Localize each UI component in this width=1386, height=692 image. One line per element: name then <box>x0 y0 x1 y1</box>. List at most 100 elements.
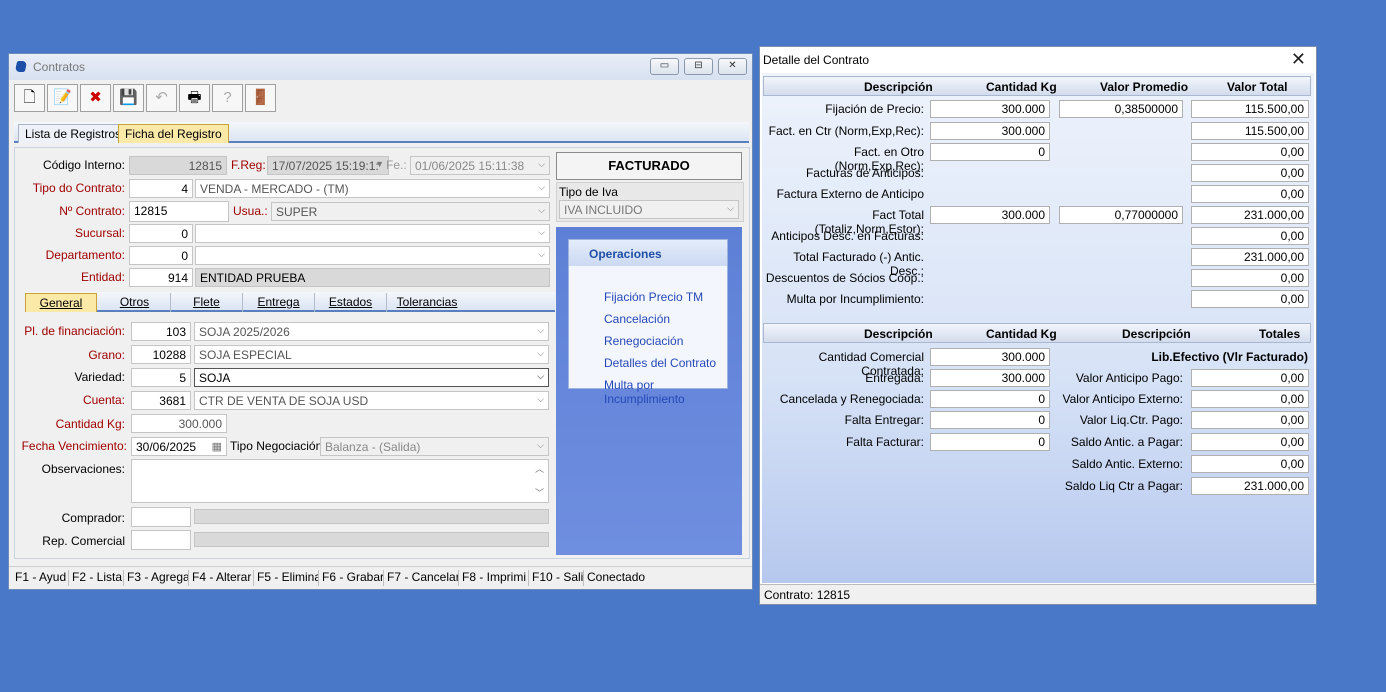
detalle-row-total[interactable]: 115.500,00 <box>1191 100 1309 118</box>
subtab-entrega[interactable]: Entrega <box>243 293 315 312</box>
close-icon[interactable]: ✕ <box>1291 49 1306 70</box>
tab-lista-registros[interactable]: Lista de Registros <box>18 124 129 143</box>
detalle-row-total[interactable]: 0,00 <box>1191 164 1309 182</box>
contratos-titlebar[interactable]: Contratos ▭ ⊟ ✕ <box>9 54 752 80</box>
detalle-row-cantidad[interactable]: 0 <box>930 143 1050 161</box>
detalle-titlebar[interactable]: Detalle del Contrato ✕ <box>760 47 1316 73</box>
detalle-row-total[interactable]: 0,00 <box>1191 269 1309 287</box>
exit-door-icon[interactable]: 🚪 <box>245 84 276 112</box>
departamento-code[interactable]: 0 <box>129 246 193 265</box>
financiacion-code[interactable]: 103 <box>131 322 191 341</box>
freg-field[interactable]: 17/07/2025 15:19:1: ▼ <box>267 156 389 175</box>
minimize-button[interactable]: ▭ <box>650 58 679 75</box>
status-f5[interactable]: F5 - Elimina <box>254 570 319 586</box>
detalle-left-label: Falta Facturar: <box>845 435 924 449</box>
status-f10[interactable]: F10 - Salir <box>529 570 584 586</box>
tipo-contrato-label: Tipo do Contrato: <box>32 181 125 195</box>
op-fijacion-precio[interactable]: Fijación Precio TM <box>604 290 703 304</box>
detalle-right-value[interactable]: 0,00 <box>1191 369 1309 387</box>
freg-label: F.Reg: <box>231 158 266 172</box>
usua-select[interactable]: SUPER ⌵ <box>271 202 550 221</box>
fe-field[interactable]: 01/06/2025 15:11:38 ⌵ <box>410 156 550 175</box>
status-f6[interactable]: F6 - Grabar <box>319 570 384 586</box>
subtab-estados[interactable]: Estados <box>315 293 387 312</box>
scroll-up-icon[interactable]: ︿ <box>535 462 544 475</box>
new-document-icon[interactable]: 🗋 <box>14 84 45 112</box>
status-f1[interactable]: F1 - Ayud <box>12 570 69 586</box>
comprador-code[interactable] <box>131 507 191 527</box>
detalle-row-promedio[interactable]: 0,38500000 <box>1059 100 1183 118</box>
detalle-row-promedio[interactable]: 0,77000000 <box>1059 206 1183 224</box>
status-f8[interactable]: F8 - Imprimi <box>459 570 529 586</box>
usua-value: SUPER <box>276 205 318 219</box>
detalle-row-cantidad[interactable]: 300.000 <box>930 206 1050 224</box>
tipo-iva-label: Tipo de Iva <box>559 185 618 199</box>
detalle-row-total[interactable]: 0,00 <box>1191 185 1309 203</box>
detalle-row-total[interactable]: 0,00 <box>1191 143 1309 161</box>
vencimiento-field[interactable]: 30/06/2025 ▦ <box>131 437 227 456</box>
col-total: Valor Total <box>1227 80 1288 94</box>
calendar-icon[interactable]: ▦ <box>212 440 222 453</box>
undo-icon[interactable]: ↶ <box>146 84 177 112</box>
sucursal-select[interactable]: ⌵ <box>195 224 550 243</box>
op-multa-incumplimiento[interactable]: Multa por Incumplimiento <box>604 378 727 406</box>
cantidad-field[interactable]: 300.000 <box>131 414 227 433</box>
op-cancelacion[interactable]: Cancelación <box>604 312 670 326</box>
op-detalles-contrato[interactable]: Detalles del Contrato <box>604 356 716 370</box>
detalle-row-total[interactable]: 0,00 <box>1191 290 1309 308</box>
codigo-label: Código Interno: <box>42 158 125 172</box>
status-f3[interactable]: F3 - Agrega <box>124 570 189 586</box>
help-icon[interactable]: ? <box>212 84 243 112</box>
cuenta-select[interactable]: CTR DE VENTA DE SOJA USD ⌵ <box>194 391 549 410</box>
detalle-right-value[interactable]: 231.000,00 <box>1191 477 1309 495</box>
close-button[interactable]: ✕ <box>718 58 747 75</box>
grano-select[interactable]: SOJA ESPECIAL ⌵ <box>194 345 549 364</box>
detalle-left-value[interactable]: 300.000 <box>930 348 1050 366</box>
print-icon[interactable]: 🖶 <box>179 84 210 112</box>
detalle-row-total[interactable]: 115.500,00 <box>1191 122 1309 140</box>
operaciones-box: Operaciones Fijación Precio TM Cancelaci… <box>568 239 728 406</box>
detalle-right-value[interactable]: 0,00 <box>1191 455 1309 473</box>
status-f2[interactable]: F2 - Lista <box>69 570 124 586</box>
detalle-right-value[interactable]: 0,00 <box>1191 433 1309 451</box>
detalle-row-total[interactable]: 0,00 <box>1191 227 1309 245</box>
sucursal-code[interactable]: 0 <box>129 224 193 243</box>
financiacion-select[interactable]: SOJA 2025/2026 ⌵ <box>194 322 549 341</box>
subtab-tolerancias[interactable]: Tolerancias <box>387 293 467 312</box>
rep-code[interactable] <box>131 530 191 550</box>
departamento-select[interactable]: ⌵ <box>195 246 550 265</box>
variedad-code[interactable]: 5 <box>131 368 191 387</box>
tipo-neg-select[interactable]: Balanza - (Salida) ⌵ <box>320 437 549 456</box>
detalle-right-value[interactable]: 0,00 <box>1191 411 1309 429</box>
subtab-flete[interactable]: Flete <box>171 293 243 312</box>
tab-ficha-registro[interactable]: Ficha del Registro <box>118 124 229 143</box>
variedad-select[interactable]: SOJA ⌵ <box>194 368 549 387</box>
chevron-down-icon: ⌵ <box>537 440 544 450</box>
entidad-code[interactable]: 914 <box>129 268 193 287</box>
edit-document-icon[interactable]: 📝 <box>47 84 78 112</box>
col2-descripcion-b: Descripción <box>1122 327 1191 341</box>
col2-descripcion: Descripción <box>864 327 933 341</box>
detalle-row-cantidad[interactable]: 300.000 <box>930 122 1050 140</box>
scroll-down-icon[interactable]: ﹀ <box>535 486 544 499</box>
status-f7[interactable]: F7 - Cancelar <box>384 570 459 586</box>
grano-code[interactable]: 10288 <box>131 345 191 364</box>
observaciones-textarea[interactable]: ︿ ﹀ <box>131 459 549 503</box>
detalle-right-value[interactable]: 0,00 <box>1191 390 1309 408</box>
save-icon[interactable]: 💾 <box>113 84 144 112</box>
subtab-otros[interactable]: Otros <box>99 293 171 312</box>
tipo-contrato-code[interactable]: 4 <box>129 179 193 198</box>
status-f4[interactable]: F4 - Alterar <box>189 570 254 586</box>
restore-button[interactable]: ⊟ <box>684 58 713 75</box>
delete-document-icon[interactable]: ✖ <box>80 84 111 112</box>
tipo-neg-value: Balanza - (Salida) <box>325 440 421 454</box>
detalle-row-cantidad[interactable]: 300.000 <box>930 100 1050 118</box>
tipo-iva-select[interactable]: IVA INCLUIDO ⌵ <box>559 200 739 219</box>
op-renegociacion[interactable]: Renegociación <box>604 334 683 348</box>
tipo-contrato-select[interactable]: VENDA - MERCADO - (TM) ⌵ <box>195 179 550 198</box>
detalle-row-total[interactable]: 231.000,00 <box>1191 248 1309 266</box>
subtab-general[interactable]: General <box>25 293 97 312</box>
cuenta-code[interactable]: 3681 <box>131 391 191 410</box>
nro-contrato-field[interactable]: 12815 <box>129 201 229 222</box>
detalle-row-total[interactable]: 231.000,00 <box>1191 206 1309 224</box>
